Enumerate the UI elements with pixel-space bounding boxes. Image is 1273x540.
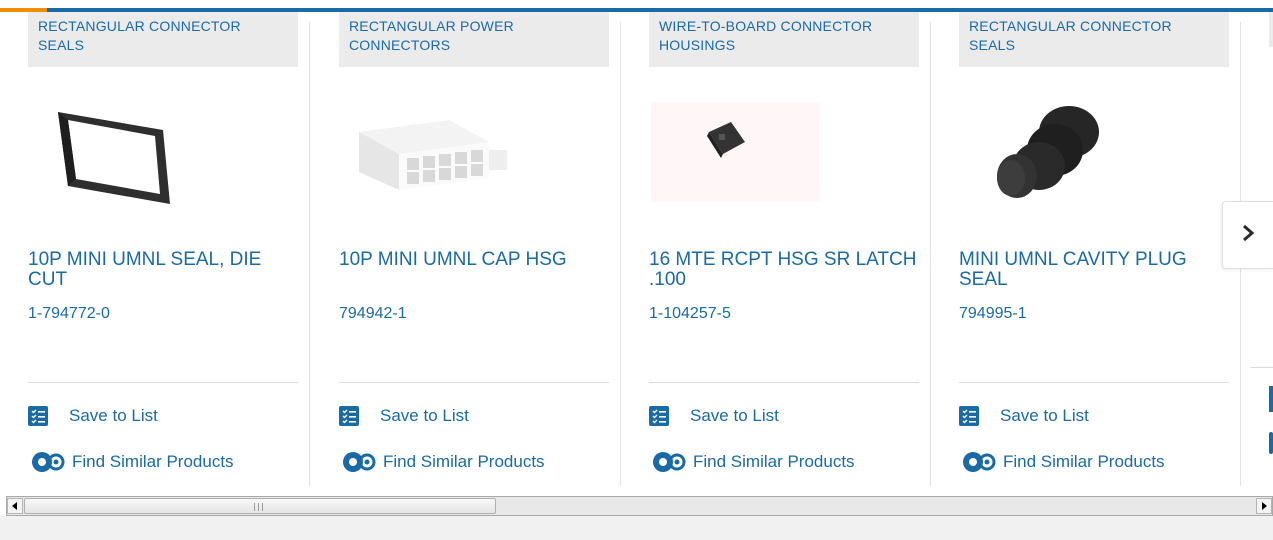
save-to-list-button[interactable]: Save to List: [649, 406, 779, 426]
scroll-left-button[interactable]: [7, 498, 23, 514]
product-card: RECTANGULAR POWER CONNECTORS 10P MINI UM…: [311, 12, 621, 486]
peek-category: [1269, 12, 1273, 47]
checklist-icon: [28, 406, 48, 426]
find-similar-button[interactable]: Find Similar Products: [28, 450, 234, 474]
product-image[interactable]: [959, 92, 1229, 212]
part-number[interactable]: 1-794772-0: [28, 305, 110, 323]
product-name[interactable]: MINI UMNL CAVITY PLUG SEAL: [959, 250, 1229, 290]
product-name[interactable]: 10P MINI UMNL CAP HSG: [339, 250, 609, 270]
product-card: WIRE-TO-BOARD CONNECTOR HOUSINGS 16 MTE …: [621, 12, 931, 486]
chevron-right-icon: [1241, 224, 1255, 247]
product-category[interactable]: RECTANGULAR CONNECTOR SEALS: [28, 12, 298, 67]
horizontal-scrollbar[interactable]: [6, 496, 1273, 516]
peek-save-icon: [1269, 386, 1273, 412]
product-image[interactable]: [339, 92, 609, 212]
product-category[interactable]: WIRE-TO-BOARD CONNECTOR HOUSINGS: [649, 12, 919, 67]
find-similar-button[interactable]: Find Similar Products: [959, 450, 1165, 474]
product-name[interactable]: 10P MINI UMNL SEAL, DIE CUT: [28, 250, 298, 290]
divider: [959, 382, 1229, 383]
product-name[interactable]: 16 MTE RCPT HSG SR LATCH .100: [649, 250, 919, 290]
divider: [649, 382, 919, 383]
part-number[interactable]: 794995-1: [959, 305, 1027, 323]
save-to-list-button[interactable]: Save to List: [339, 406, 469, 426]
grip-icon: [254, 503, 263, 511]
card-divider: [309, 22, 310, 486]
page-footer-area: [0, 516, 1273, 540]
peek-divider: [1250, 367, 1273, 368]
scroll-right-button[interactable]: [1256, 498, 1272, 514]
save-to-list-label: Save to List: [1000, 406, 1089, 425]
product-category[interactable]: RECTANGULAR CONNECTOR SEALS: [959, 12, 1229, 67]
checklist-icon: [339, 406, 359, 426]
product-image[interactable]: [649, 92, 919, 212]
divider: [28, 382, 298, 383]
find-similar-label: Find Similar Products: [1003, 452, 1165, 471]
find-similar-label: Find Similar Products: [693, 452, 855, 471]
find-similar-label: Find Similar Products: [383, 452, 545, 471]
save-to-list-button[interactable]: Save to List: [959, 406, 1089, 426]
checklist-icon: [959, 406, 979, 426]
product-card: RECTANGULAR CONNECTOR SEALS MINI UMNL CA…: [931, 12, 1241, 486]
save-to-list-label: Save to List: [380, 406, 469, 425]
arrow-left-icon: [11, 497, 19, 515]
save-to-list-label: Save to List: [69, 406, 158, 425]
top-accent-bar: [0, 0, 1273, 12]
save-to-list-button[interactable]: Save to List: [28, 406, 158, 426]
product-carousel: RECTANGULAR CONNECTOR SEALS 10P MINI UMN…: [0, 12, 1273, 486]
find-similar-label: Find Similar Products: [72, 452, 234, 471]
save-to-list-label: Save to List: [690, 406, 779, 425]
part-number[interactable]: 794942-1: [339, 305, 407, 323]
gears-icon: [649, 450, 693, 474]
find-similar-button[interactable]: Find Similar Products: [339, 450, 545, 474]
checklist-icon: [649, 406, 669, 426]
gears-icon: [959, 450, 1003, 474]
product-image[interactable]: [28, 92, 298, 212]
product-card: RECTANGULAR CONNECTOR SEALS 10P MINI UMN…: [0, 12, 310, 486]
carousel-next-button[interactable]: [1222, 201, 1273, 269]
gears-icon: [339, 450, 383, 474]
part-number[interactable]: 1-104257-5: [649, 305, 731, 323]
product-category[interactable]: RECTANGULAR POWER CONNECTORS: [339, 12, 609, 67]
scroll-thumb[interactable]: [24, 498, 496, 514]
gears-icon: [28, 450, 72, 474]
peek-gear-icon: [1269, 432, 1273, 454]
find-similar-button[interactable]: Find Similar Products: [649, 450, 855, 474]
arrow-right-icon: [1260, 497, 1268, 515]
divider: [339, 382, 609, 383]
